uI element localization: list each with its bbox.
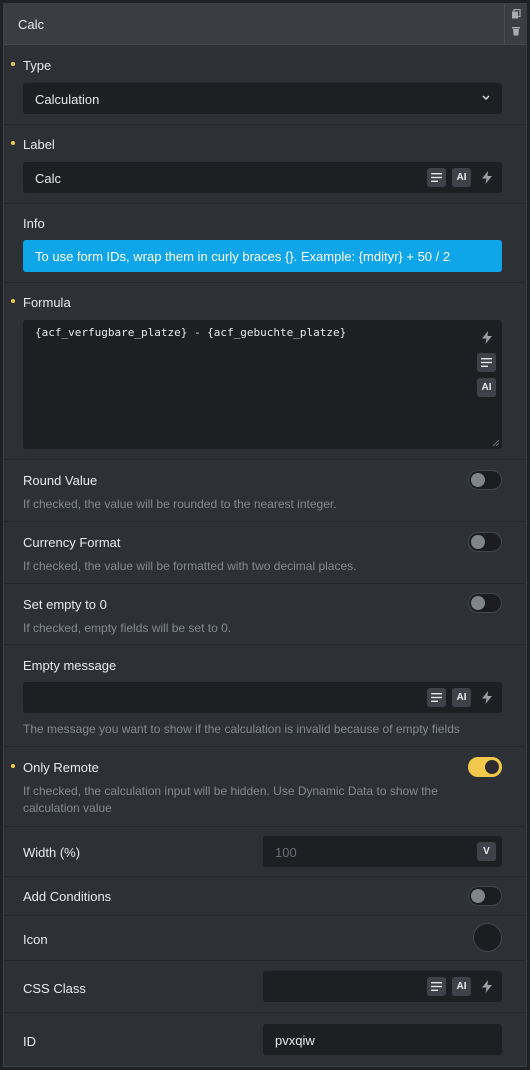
empty-message-label: Empty message xyxy=(23,658,117,673)
set-empty-label: Set empty to 0 xyxy=(23,597,107,612)
required-dot xyxy=(11,141,15,145)
toggle-knob xyxy=(471,889,485,903)
empty-message-hint: The message you want to show if the calc… xyxy=(23,722,460,736)
required-dot xyxy=(11,62,15,66)
text-format-icon[interactable] xyxy=(427,977,446,996)
input-controls: AI xyxy=(427,168,496,187)
id-input[interactable]: pvxqiw xyxy=(263,1024,502,1055)
chevron-down-icon xyxy=(482,95,490,100)
type-label: Type xyxy=(23,58,52,73)
dynamic-data-bolt-icon[interactable] xyxy=(477,328,496,347)
currency-format-control: Currency Format If checked, the value wi… xyxy=(4,522,526,584)
width-input-placeholder: 100 xyxy=(275,845,297,860)
empty-message-control: Empty message AI The message you want to… xyxy=(4,645,526,747)
css-class-control: CSS Class AI xyxy=(4,961,526,1013)
round-value-hint: If checked, the value will be rounded to… xyxy=(23,497,337,511)
trash-icon[interactable] xyxy=(511,26,521,36)
text-format-icon[interactable] xyxy=(477,353,496,372)
round-value-label: Round Value xyxy=(23,473,98,488)
add-conditions-toggle[interactable] xyxy=(468,886,502,906)
only-remote-hint-line2: calculation value xyxy=(23,801,112,815)
icon-label: Icon xyxy=(23,932,48,947)
type-control: Type Calculation xyxy=(4,46,526,125)
round-value-toggle[interactable] xyxy=(468,470,502,490)
set-empty-toggle[interactable] xyxy=(468,593,502,613)
set-empty-control: Set empty to 0 If checked, empty fields … xyxy=(4,584,526,645)
add-conditions-label: Add Conditions xyxy=(23,889,112,904)
width-label: Width (%) xyxy=(23,845,81,860)
dynamic-data-bolt-icon[interactable] xyxy=(477,977,496,996)
toggle-knob xyxy=(471,596,485,610)
empty-message-input[interactable]: AI xyxy=(23,682,502,713)
input-controls: AI xyxy=(427,977,496,996)
text-format-icon[interactable] xyxy=(427,168,446,187)
id-label: ID xyxy=(23,1034,36,1049)
width-control: Width (%) 100 V xyxy=(4,827,526,877)
formula-textarea[interactable]: {acf_verfugbare_platze} - {acf_gebuchte_… xyxy=(23,320,502,449)
formula-label: Formula xyxy=(23,295,71,310)
label-input[interactable]: Calc AI xyxy=(23,162,502,193)
id-input-value: pvxqiw xyxy=(275,1033,315,1048)
info-control: Info To use form IDs, wrap them in curly… xyxy=(4,204,526,283)
formula-control: Formula {acf_verfugbare_platze} - {acf_g… xyxy=(4,283,526,460)
formula-value: {acf_verfugbare_platze} - {acf_gebuchte_… xyxy=(35,326,347,339)
formula-controls: AI xyxy=(477,328,496,397)
panel-header[interactable]: Calc xyxy=(4,4,526,45)
label-input-value: Calc xyxy=(35,171,62,186)
add-conditions-control: Add Conditions xyxy=(4,877,526,916)
required-dot xyxy=(11,299,15,303)
ai-button[interactable]: AI xyxy=(452,168,471,187)
currency-format-toggle[interactable] xyxy=(468,532,502,552)
only-remote-label: Only Remote xyxy=(23,760,99,775)
type-select[interactable]: Calculation xyxy=(23,83,502,114)
only-remote-control: Only Remote If checked, the calculation … xyxy=(4,747,526,827)
dynamic-data-bolt-icon[interactable] xyxy=(477,168,496,187)
info-banner: To use form IDs, wrap them in curly brac… xyxy=(23,240,502,272)
id-control: ID pvxqiw xyxy=(4,1013,526,1066)
panel-actions xyxy=(504,4,526,45)
required-dot xyxy=(11,764,15,768)
ai-button[interactable]: AI xyxy=(452,688,471,707)
dynamic-data-v-button[interactable]: V xyxy=(477,842,496,861)
info-text: To use form IDs, wrap them in curly brac… xyxy=(35,249,451,264)
calc-settings-panel: Calc Type Calculation Label Calc AI Info xyxy=(3,3,527,1067)
dynamic-data-bolt-icon[interactable] xyxy=(477,688,496,707)
duplicate-icon[interactable] xyxy=(511,9,521,19)
type-select-value: Calculation xyxy=(35,92,100,107)
css-class-input[interactable]: AI xyxy=(263,971,502,1002)
icon-picker-button[interactable] xyxy=(473,923,502,952)
round-value-control: Round Value If checked, the value will b… xyxy=(4,460,526,522)
currency-format-label: Currency Format xyxy=(23,535,121,550)
panel-title: Calc xyxy=(18,17,45,32)
toggle-knob xyxy=(485,760,499,774)
only-remote-toggle[interactable] xyxy=(468,757,502,777)
toggle-knob xyxy=(471,473,485,487)
width-input[interactable]: 100 V xyxy=(263,836,502,867)
ai-button[interactable]: AI xyxy=(452,977,471,996)
text-format-icon[interactable] xyxy=(427,688,446,707)
label-field-label: Label xyxy=(23,137,55,152)
icon-control: Icon xyxy=(4,916,526,961)
input-controls: AI xyxy=(427,688,496,707)
currency-format-hint: If checked, the value will be formatted … xyxy=(23,559,357,573)
label-control: Label Calc AI xyxy=(4,125,526,204)
css-class-label: CSS Class xyxy=(23,981,86,996)
only-remote-hint-line1: If checked, the calculation input will b… xyxy=(23,784,438,798)
info-label: Info xyxy=(23,216,45,231)
toggle-knob xyxy=(471,535,485,549)
set-empty-hint: If checked, empty fields will be set to … xyxy=(23,621,232,635)
resize-handle-icon[interactable] xyxy=(492,439,500,447)
ai-button[interactable]: AI xyxy=(477,378,496,397)
